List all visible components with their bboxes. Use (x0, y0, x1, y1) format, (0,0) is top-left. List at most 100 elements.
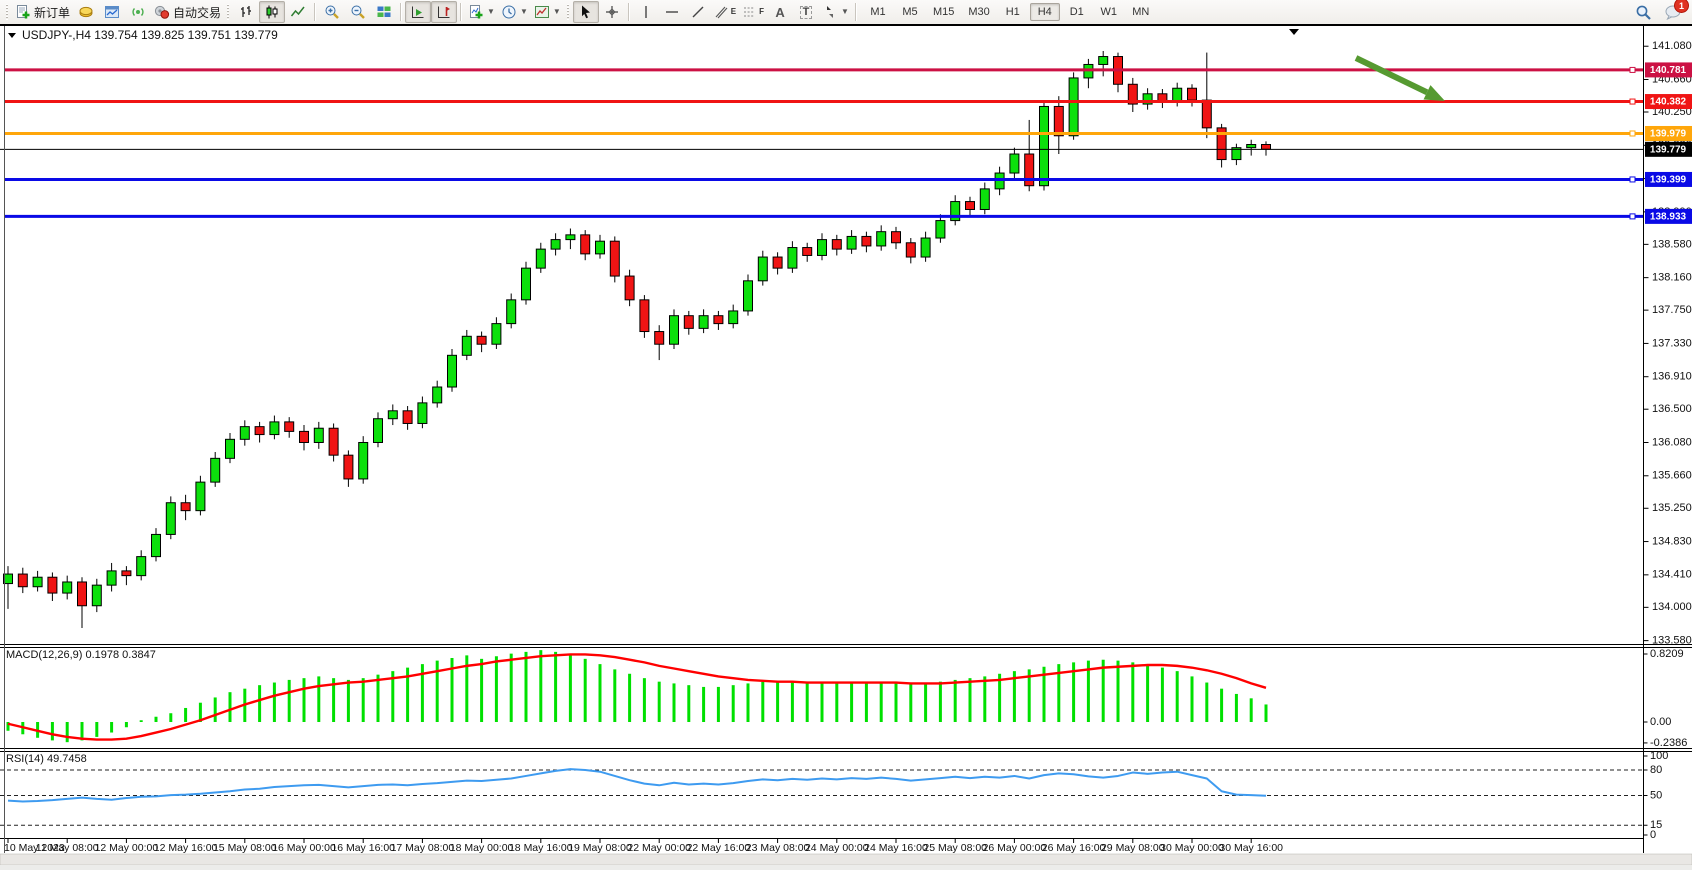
candle-bearish (329, 428, 338, 455)
signals-button[interactable] (125, 1, 151, 23)
templates-button[interactable]: ▼ (531, 1, 564, 23)
new-order-button[interactable]: 新订单 (12, 1, 73, 23)
gold-coin-icon (78, 4, 94, 20)
cursor-icon (578, 4, 594, 20)
candle-bullish (818, 240, 827, 256)
indicators-button[interactable]: ▼ (465, 1, 498, 23)
candle-bearish (1262, 145, 1271, 150)
toolbar-grip[interactable] (566, 4, 571, 20)
candlestick-mode-button[interactable] (259, 1, 285, 23)
toolbar-separator (400, 3, 402, 21)
candle-bearish (803, 248, 812, 256)
toolbar-grip[interactable] (226, 4, 231, 20)
candle-bearish (122, 571, 131, 576)
tab-timeframe-h1[interactable]: H1 (998, 3, 1028, 21)
time-tick-label: 24 May 00:00 (805, 842, 869, 854)
candle-bullish (566, 235, 575, 240)
deposit-button[interactable] (73, 1, 99, 23)
tab-timeframe-d1[interactable]: D1 (1062, 3, 1092, 21)
time-tick-label: 24 May 16:00 (864, 842, 928, 854)
crosshair-icon (604, 4, 620, 20)
macd-tick-label: 0.8209 (1650, 648, 1684, 660)
time-tick-label: 16 May 00:00 (272, 842, 336, 854)
candle-bullish (462, 336, 471, 355)
tab-timeframe-w1[interactable]: W1 (1094, 3, 1124, 21)
candle-bullish (137, 557, 146, 576)
tab-timeframe-m1[interactable]: M1 (863, 3, 893, 21)
rsi-tick-label: 100 (1650, 750, 1668, 762)
time-tick-label: 12 May 16:00 (154, 842, 218, 854)
crosshair-tool-button[interactable] (599, 1, 625, 23)
search-button[interactable] (1630, 1, 1656, 23)
tab-timeframe-h4[interactable]: H4 (1030, 3, 1060, 21)
macd-tick-label: -0.2386 (1650, 737, 1687, 749)
candle-bullish (699, 316, 708, 329)
auto-trading-button[interactable]: 自动交易 (151, 1, 224, 23)
notifications-button[interactable]: 1 (1660, 1, 1686, 23)
candle-bullish (388, 411, 397, 419)
vertical-line-tool-button[interactable] (633, 1, 659, 23)
timeframe-toolbar: M1M5M15M30H1H4D1W1MN (862, 3, 1157, 21)
tab-timeframe-mn[interactable]: MN (1126, 3, 1156, 21)
candle-bearish (640, 300, 649, 332)
fibonacci-icon (742, 4, 756, 20)
market-watch-button[interactable] (99, 1, 125, 23)
auto-scroll-button[interactable] (405, 1, 431, 23)
candle-bullish (226, 439, 235, 458)
chart-window-icon (104, 4, 120, 20)
bar-chart-mode-button[interactable] (233, 1, 259, 23)
candle-bullish (448, 355, 457, 387)
chevron-down-icon: ▼ (487, 8, 495, 16)
svg-text:138.933: 138.933 (1650, 212, 1687, 223)
candle-bullish (995, 173, 1004, 189)
chart-window[interactable]: 141.080140.660140.250139.830139.410138.9… (0, 24, 1692, 865)
price-tick-label: 136.910 (1652, 371, 1692, 383)
candle-bearish (625, 276, 634, 300)
tab-timeframe-m30[interactable]: M30 (962, 3, 995, 21)
candle-bearish (181, 503, 190, 511)
tab-timeframe-m5[interactable]: M5 (895, 3, 925, 21)
rsi-label: RSI(14) 49.7458 (6, 753, 87, 765)
time-tick-label: 15 May 08:00 (213, 842, 277, 854)
text-tool-button[interactable]: A (767, 1, 793, 23)
price-tick-label: 138.580 (1652, 238, 1692, 250)
indicators-icon (468, 4, 484, 20)
fibonacci-tool-button[interactable]: F (739, 1, 767, 23)
horizontal-line-tool-button[interactable] (659, 1, 685, 23)
candle-bearish (300, 431, 309, 442)
periods-button[interactable]: ▼ (498, 1, 531, 23)
candle-bullish (1010, 154, 1019, 173)
toolbar-separator (855, 3, 857, 21)
candle-bearish (1025, 154, 1034, 186)
zoom-out-button[interactable] (345, 1, 371, 23)
price-tick-label: 137.750 (1652, 304, 1692, 316)
trendline-tool-button[interactable] (685, 1, 711, 23)
candle-bearish (1188, 88, 1197, 100)
auto-trading-icon (154, 4, 170, 20)
text-label-tool-button[interactable]: T (793, 1, 819, 23)
candle-bearish (48, 577, 57, 593)
tile-windows-button[interactable] (371, 1, 397, 23)
candle-bullish (936, 221, 945, 238)
candle-bullish (166, 503, 175, 535)
chart-shift-button[interactable] (431, 1, 457, 23)
cursor-tool-button[interactable] (573, 1, 599, 23)
candle-bullish (507, 300, 516, 324)
clock-icon (501, 4, 517, 20)
equidistant-channel-tool-button[interactable]: E (711, 1, 739, 23)
chart-title: USDJPY-,H4 139.754 139.825 139.751 139.7… (22, 28, 278, 42)
rsi-tick-label: 80 (1650, 764, 1662, 776)
tab-timeframe-m15[interactable]: M15 (927, 3, 960, 21)
zoom-in-icon (324, 4, 340, 20)
time-tick-label: 30 May 16:00 (1219, 842, 1283, 854)
usdjpy-h4-chart[interactable]: 141.080140.660140.250139.830139.410138.9… (0, 24, 1692, 865)
candlestick-icon (264, 4, 280, 20)
line-chart-mode-button[interactable] (285, 1, 311, 23)
time-tick-label: 19 May 08:00 (568, 842, 632, 854)
zoom-in-button[interactable] (319, 1, 345, 23)
arrows-tool-button[interactable]: ▼ (819, 1, 852, 23)
candle-bullish (1040, 106, 1049, 185)
chevron-down-icon: ▼ (520, 8, 528, 16)
toolbar-grip[interactable] (5, 4, 10, 20)
candle-bearish (862, 236, 871, 246)
